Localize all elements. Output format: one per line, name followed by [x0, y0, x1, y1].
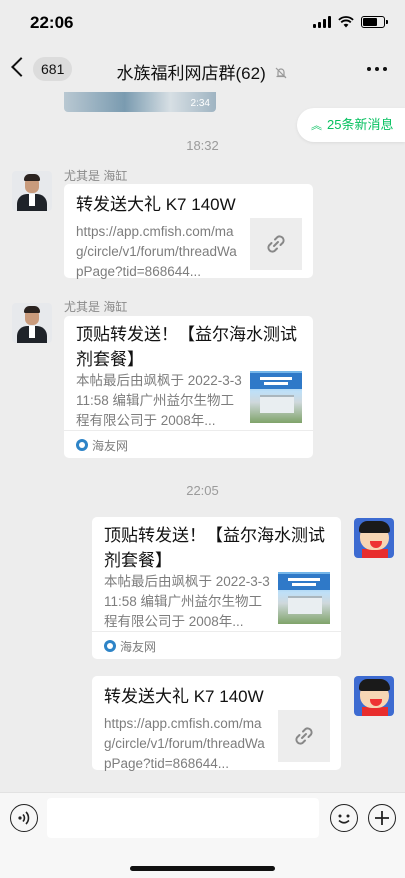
battery-icon [361, 16, 388, 28]
link-icon [278, 710, 330, 762]
card-description: 本帖最后由飒枫于 2022-3-311:58 编辑广州益尔生物工程有限公司于 2… [76, 373, 242, 428]
status-bar: 22:06 [0, 0, 405, 46]
sender-name: 尤其是 海缸 [64, 169, 128, 183]
avatar[interactable] [12, 303, 52, 343]
source-label: 海友网 [92, 439, 129, 453]
status-time: 22:06 [30, 13, 74, 32]
cellular-signal-icon [313, 16, 331, 28]
avatar[interactable] [354, 518, 394, 558]
plus-icon [375, 811, 389, 825]
article-card[interactable]: 顶贴转发送！【益尔海水测试剂套餐】 本帖最后由飒枫于 2022-3-311:58… [92, 517, 341, 659]
card-description: 本帖最后由飒枫于 2022-3-311:58 编辑广州益尔生物工程有限公司于 2… [104, 574, 270, 629]
link-card[interactable]: 转发送大礼 K7 140W https://app.cmfish.com/mag… [64, 184, 313, 279]
card-source: 海友网 [92, 631, 341, 659]
new-messages-label: 25条新消息 [327, 117, 394, 132]
source-logo-icon [104, 640, 116, 652]
card-title: 顶贴转发送！【益尔海水测试剂套餐】 [76, 325, 297, 369]
home-indicator [130, 866, 275, 871]
article-card[interactable]: 顶贴转发送！【益尔海水测试剂套餐】 本帖最后由飒枫于 2022-3-311:58… [64, 316, 313, 458]
new-messages-button[interactable]: ︽ 25条新消息 [297, 108, 405, 142]
card-description: https://app.cmfish.com/mag/circle/v1/for… [104, 716, 265, 771]
sender-name: 尤其是 海缸 [64, 300, 128, 314]
source-logo-icon [76, 439, 88, 451]
card-title: 转发送大礼 K7 140W [76, 195, 236, 214]
card-title: 顶贴转发送！【益尔海水测试剂套餐】 [104, 526, 325, 570]
avatar[interactable] [12, 171, 52, 211]
status-icons [313, 16, 388, 28]
video-duration: 2:34 [190, 98, 210, 109]
article-thumbnail [250, 371, 302, 423]
source-label: 海友网 [120, 640, 157, 654]
link-icon [250, 218, 302, 270]
mute-bell-icon [276, 67, 287, 79]
timestamp: 22:05 [186, 483, 219, 498]
voice-icon [18, 811, 30, 825]
chat-messages[interactable]: 2:34 ︽ 25条新消息 18:32 尤其是 海缸 转发送大礼 K7 140W … [0, 92, 405, 792]
image-message[interactable]: 2:34 [64, 92, 216, 112]
more-functions-button[interactable] [368, 804, 396, 832]
emoji-button[interactable] [330, 804, 358, 832]
voice-input-button[interactable] [10, 804, 38, 832]
card-source: 海友网 [64, 430, 313, 458]
chat-title-text: 水族福利网店群(62) [116, 64, 266, 83]
more-options-button[interactable] [367, 67, 387, 71]
chat-header: 681 水族福利网店群(62) [0, 46, 405, 92]
card-description: https://app.cmfish.com/mag/circle/v1/for… [76, 224, 237, 279]
card-title: 转发送大礼 K7 140W [104, 687, 264, 706]
smiley-icon [338, 814, 350, 824]
wifi-icon [338, 16, 354, 28]
avatar[interactable] [354, 676, 394, 716]
link-card[interactable]: 转发送大礼 K7 140W https://app.cmfish.com/mag… [92, 676, 341, 771]
timestamp: 18:32 [186, 138, 219, 153]
chat-title: 水族福利网店群(62) [0, 59, 405, 84]
message-input[interactable] [47, 798, 319, 838]
article-thumbnail [278, 572, 330, 624]
